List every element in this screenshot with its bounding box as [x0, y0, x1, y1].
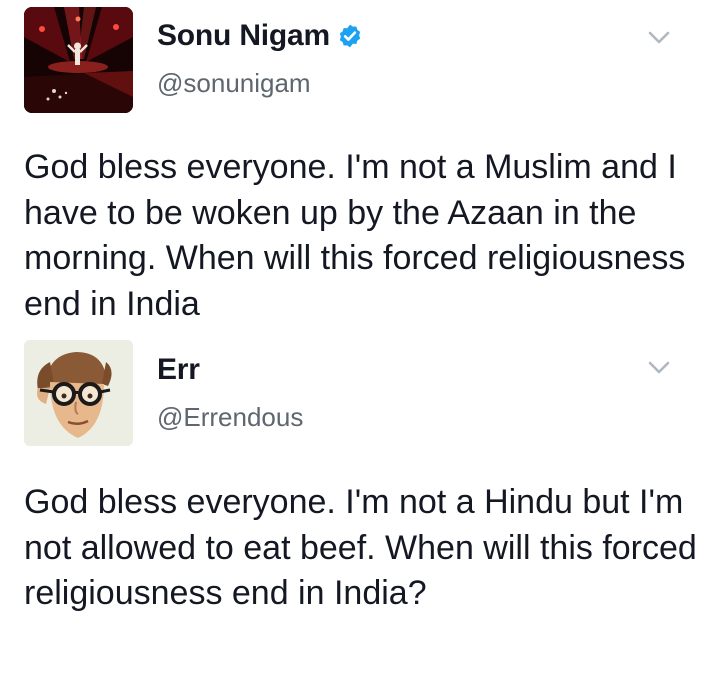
- display-name[interactable]: Err: [157, 353, 200, 387]
- author-handle[interactable]: @Errendous: [157, 402, 303, 433]
- author-handle[interactable]: @sonunigam: [157, 68, 311, 99]
- display-name[interactable]: Sonu Nigam: [157, 19, 330, 53]
- tweet-text: God bless everyone. I'm not a Hindu but …: [24, 483, 697, 612]
- tweet-text: God bless everyone. I'm not a Muslim and…: [24, 148, 686, 323]
- tweet-sonu-nigam: Sonu Nigam @sonunigam God bless everyone…: [0, 0, 719, 330]
- verified-badge-icon: [337, 23, 363, 49]
- chevron-down-icon[interactable]: [647, 30, 671, 46]
- avatar[interactable]: [24, 7, 133, 113]
- glasses-man-avatar-image: [24, 340, 133, 446]
- author-name-row[interactable]: Sonu Nigam: [157, 16, 363, 56]
- chevron-down-icon[interactable]: [647, 360, 671, 376]
- concert-stage-avatar-image: [24, 7, 133, 113]
- tweet-err: Err @Errendous God bless everyone. I'm n…: [0, 330, 719, 679]
- avatar[interactable]: [24, 340, 133, 446]
- author-name-row[interactable]: Err: [157, 350, 200, 390]
